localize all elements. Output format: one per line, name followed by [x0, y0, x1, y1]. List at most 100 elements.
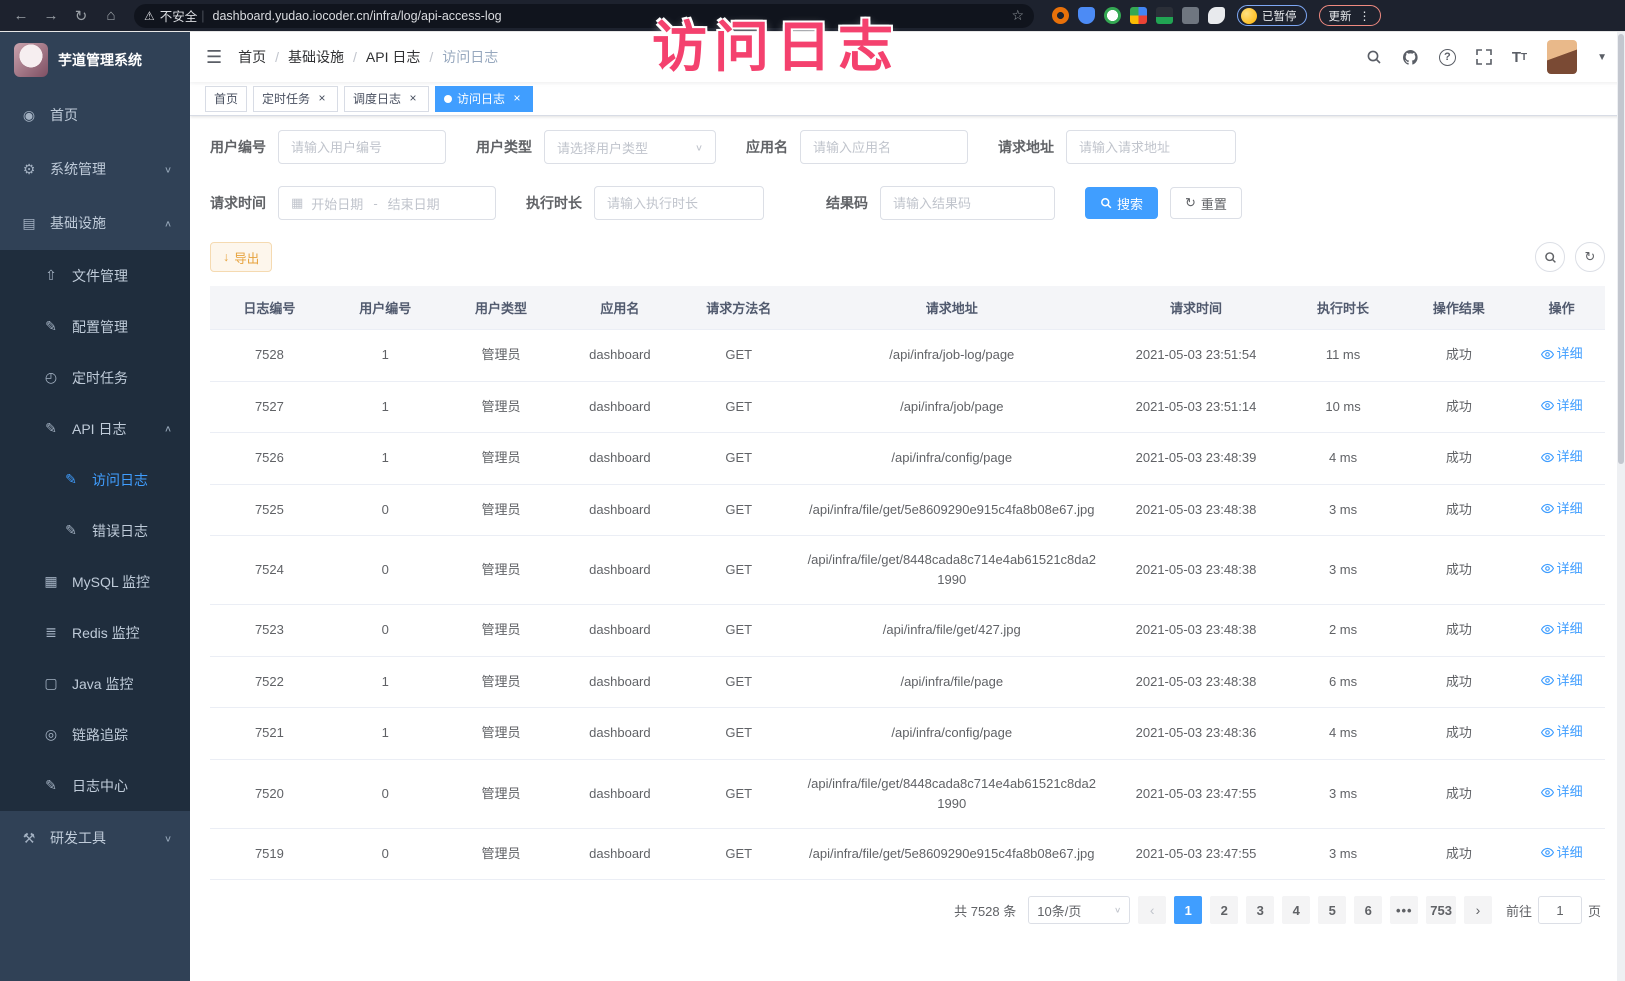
detail-link-label: 详细: [1557, 499, 1583, 519]
detail-link[interactable]: 详细: [1541, 447, 1583, 467]
hide-search-button[interactable]: [1535, 242, 1565, 272]
bookmark-star-icon[interactable]: ☆: [1011, 7, 1024, 24]
prev-page-button[interactable]: ‹: [1138, 896, 1166, 924]
page-button-6[interactable]: 6: [1354, 896, 1382, 924]
extension-icon-puzzle[interactable]: [1208, 7, 1225, 24]
next-page-button[interactable]: ›: [1464, 896, 1492, 924]
extension-icon-green-swirl[interactable]: [1104, 7, 1121, 24]
forward-icon[interactable]: →: [38, 3, 64, 29]
detail-link[interactable]: 详细: [1541, 619, 1583, 639]
paused-badge[interactable]: 已暂停: [1237, 5, 1307, 26]
sidebar-item-home[interactable]: ◉首页: [0, 88, 190, 142]
sidebar-item-log-center[interactable]: ✎日志中心: [0, 760, 190, 811]
url-text[interactable]: dashboard.yudao.iocoder.cn/infra/log/api…: [213, 9, 1012, 23]
duration-input[interactable]: [594, 186, 764, 220]
sidebar-item-infrastructure[interactable]: ▤基础设施∧: [0, 196, 190, 250]
extension-icon-dark-badge[interactable]: [1156, 7, 1173, 24]
app-name-input[interactable]: [800, 130, 968, 164]
tab-调度日志[interactable]: 调度日志×: [344, 86, 429, 112]
detail-link[interactable]: 详细: [1541, 344, 1583, 364]
close-icon[interactable]: ×: [315, 92, 329, 106]
sidebar-item-label: 配置管理: [72, 317, 128, 337]
update-button[interactable]: 更新 ⋮: [1319, 5, 1381, 26]
detail-link[interactable]: 详细: [1541, 559, 1583, 579]
goto-page-input[interactable]: [1538, 896, 1582, 924]
font-size-icon[interactable]: TT: [1512, 49, 1527, 66]
breadcrumb-item[interactable]: 访问日志: [442, 47, 498, 67]
hamburger-icon[interactable]: ☰: [190, 47, 238, 68]
sidebar-item-scheduled-jobs[interactable]: ◴定时任务: [0, 352, 190, 403]
page-button-753[interactable]: 753: [1426, 896, 1456, 924]
caret-down-icon[interactable]: ▼: [1597, 52, 1607, 63]
sidebar-item-error-log[interactable]: ✎ 错误日志: [0, 505, 190, 556]
page-button-4[interactable]: 4: [1282, 896, 1310, 924]
refresh-table-button[interactable]: ↻: [1575, 242, 1605, 272]
app-name-label: 应用名: [746, 137, 788, 157]
table-cell: 7522: [210, 656, 329, 708]
extension-icon-orange[interactable]: [1052, 7, 1069, 24]
tab-定时任务[interactable]: 定时任务×: [253, 86, 338, 112]
tab-访问日志[interactable]: 访问日志 ×: [435, 86, 533, 112]
search-button[interactable]: 搜索: [1085, 187, 1158, 219]
browser-menu-icon[interactable]: ⋮: [1359, 9, 1371, 23]
scrollbar[interactable]: [1617, 32, 1625, 981]
back-icon[interactable]: ←: [8, 3, 34, 29]
result-code-input[interactable]: [880, 186, 1055, 220]
export-button[interactable]: ↓ 导出: [210, 242, 272, 272]
breadcrumb-item[interactable]: API 日志: [366, 47, 420, 67]
sidebar-item-label: 错误日志: [92, 521, 148, 541]
close-icon[interactable]: ×: [510, 92, 524, 106]
detail-link[interactable]: 详细: [1541, 843, 1583, 863]
sidebar-item-access-log[interactable]: ✎访问日志: [0, 454, 190, 505]
tab-首页[interactable]: 首页: [205, 86, 247, 112]
breadcrumb-item[interactable]: 首页: [238, 47, 266, 67]
home-icon[interactable]: ⌂: [98, 3, 124, 29]
extension-icon-gray[interactable]: [1182, 7, 1199, 24]
page-button-3[interactable]: 3: [1246, 896, 1274, 924]
user-type-select[interactable]: 请选择用户类型 ∨: [544, 130, 716, 164]
user-avatar[interactable]: [1547, 40, 1577, 74]
user-id-input[interactable]: [278, 130, 446, 164]
sidebar-item-mysql-monitor[interactable]: ▦MySQL 监控: [0, 556, 190, 607]
reset-button[interactable]: ↻ 重置: [1170, 187, 1242, 219]
detail-link[interactable]: 详细: [1541, 396, 1583, 416]
security-label[interactable]: 不安全: [160, 6, 198, 25]
sidebar-item-system-management[interactable]: ⚙系统管理∨: [0, 142, 190, 196]
logo-row[interactable]: 芋道管理系统: [0, 32, 190, 88]
sidebar-item-java-monitor[interactable]: ▢Java 监控: [0, 658, 190, 709]
table-cell: 成功: [1399, 381, 1518, 433]
request-url-input[interactable]: [1066, 130, 1236, 164]
scrollbar-thumb[interactable]: [1618, 34, 1624, 464]
fullscreen-icon[interactable]: [1476, 49, 1492, 65]
date-range-picker[interactable]: ▦ 开始日期 - 结束日期: [278, 186, 496, 220]
close-icon[interactable]: ×: [406, 92, 420, 106]
sidebar-item-redis-monitor[interactable]: ≣Redis 监控: [0, 607, 190, 658]
page-button-2[interactable]: 2: [1210, 896, 1238, 924]
page-size-select[interactable]: 10条/页 ∨: [1028, 896, 1130, 924]
sidebar-item-label: Java 监控: [72, 674, 133, 694]
sidebar-item-api-log[interactable]: ✎API 日志∧: [0, 403, 190, 454]
error-log-icon: ✎: [62, 522, 80, 539]
edit-icon: ✎: [42, 318, 60, 335]
github-icon[interactable]: [1402, 49, 1419, 66]
page-ellipsis[interactable]: •••: [1390, 896, 1418, 924]
detail-link[interactable]: 详细: [1541, 671, 1583, 691]
detail-link[interactable]: 详细: [1541, 722, 1583, 742]
sidebar-item-config-management[interactable]: ✎ 配置管理: [0, 301, 190, 352]
sidebar-item-file-management[interactable]: ⇧文件管理: [0, 250, 190, 301]
page-button-1[interactable]: 1: [1174, 896, 1202, 924]
reload-icon[interactable]: ↻: [68, 3, 94, 29]
tab-label: 访问日志: [457, 90, 505, 107]
detail-link[interactable]: 详细: [1541, 499, 1583, 519]
detail-link[interactable]: 详细: [1541, 782, 1583, 802]
address-bar[interactable]: ⚠ 不安全 | dashboard.yudao.iocoder.cn/infra…: [134, 4, 1034, 28]
breadcrumb-item[interactable]: 基础设施: [288, 47, 344, 67]
extension-icon-grid[interactable]: [1130, 7, 1147, 24]
sidebar-item-trace[interactable]: ◎链路追踪: [0, 709, 190, 760]
page-button-5[interactable]: 5: [1318, 896, 1346, 924]
sidebar-item-dev-tools[interactable]: ⚒研发工具∨: [0, 811, 190, 865]
table-cell: /api/infra/file/get/5e8609290e915c4fa8b0…: [798, 828, 1105, 880]
search-icon[interactable]: [1366, 49, 1382, 65]
extension-icon-shield[interactable]: [1078, 7, 1095, 24]
question-icon[interactable]: ?: [1439, 49, 1456, 66]
